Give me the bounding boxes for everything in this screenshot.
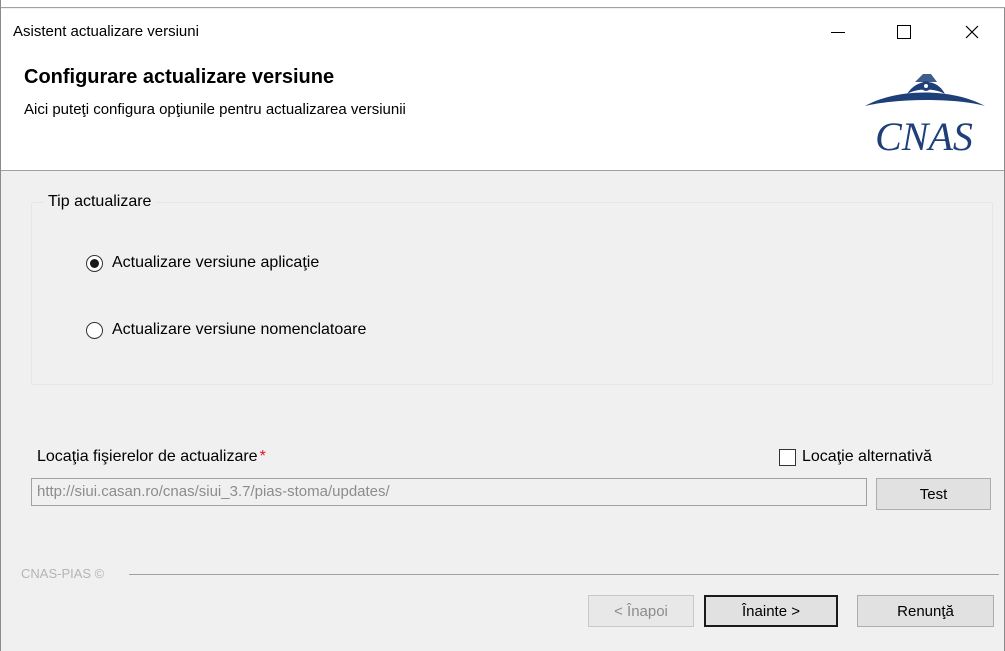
checkbox-box[interactable] [779,448,796,466]
location-label: Locaţia fişierelor de actualizare * [37,448,266,466]
maximize-icon [897,24,911,39]
test-button[interactable]: Test [876,478,991,510]
update-type-group: Tip actualizare [31,193,993,385]
radio-button[interactable] [86,321,103,339]
cnas-logo: CNAS [865,74,985,158]
maximize-button[interactable] [881,9,927,54]
wizard-content: Tip actualizare Actualizare versiune apl… [1,172,1004,651]
update-type-legend: Tip actualizare [44,193,156,211]
radio-app-version-label: Actualizare versiune aplicaţie [112,254,320,271]
footer-divider [129,574,999,575]
radio-app-version[interactable]: Actualizare versiune aplicaţie [86,254,319,272]
page-subtitle: Aici puteţi configura opţiunile pentru a… [24,101,406,118]
alternate-location-label: Locaţie alternativă [802,448,932,465]
close-icon [965,25,979,38]
wizard-header: Configurare actualizare versiune Aici pu… [1,54,1004,171]
page-title: Configurare actualizare versiune [24,66,335,88]
update-url-field[interactable]: http://siui.casan.ro/cnas/siui_3.7/pias-… [31,478,867,506]
minimize-button[interactable] [815,9,861,54]
wizard-window: Asistent actualizare versiuni Configurar… [0,0,1005,651]
radio-selected-dot [90,258,99,268]
cancel-button[interactable]: Renunţă [857,595,994,627]
logo-text: CNAS [875,114,973,158]
radio-button[interactable] [86,254,103,272]
window-title: Asistent actualizare versiuni [13,23,199,40]
radio-nomenclature-version[interactable]: Actualizare versiune nomenclatoare [86,321,366,339]
minimize-icon [831,32,845,33]
brand-label: CNAS-PIAS © [21,566,111,581]
close-button[interactable] [949,9,995,54]
alternate-location-checkbox[interactable]: Locaţie alternativă [779,448,932,466]
next-button[interactable]: Înainte > [704,595,838,627]
radio-nomenclature-version-label: Actualizare versiune nomenclatoare [112,321,367,338]
required-marker: * [259,448,266,465]
window-top-edge [1,0,1005,8]
back-button[interactable]: < Înapoi [588,595,694,627]
location-label-text: Locaţia fişierelor de actualizare [37,448,258,465]
title-bar[interactable]: Asistent actualizare versiuni [1,9,1004,54]
